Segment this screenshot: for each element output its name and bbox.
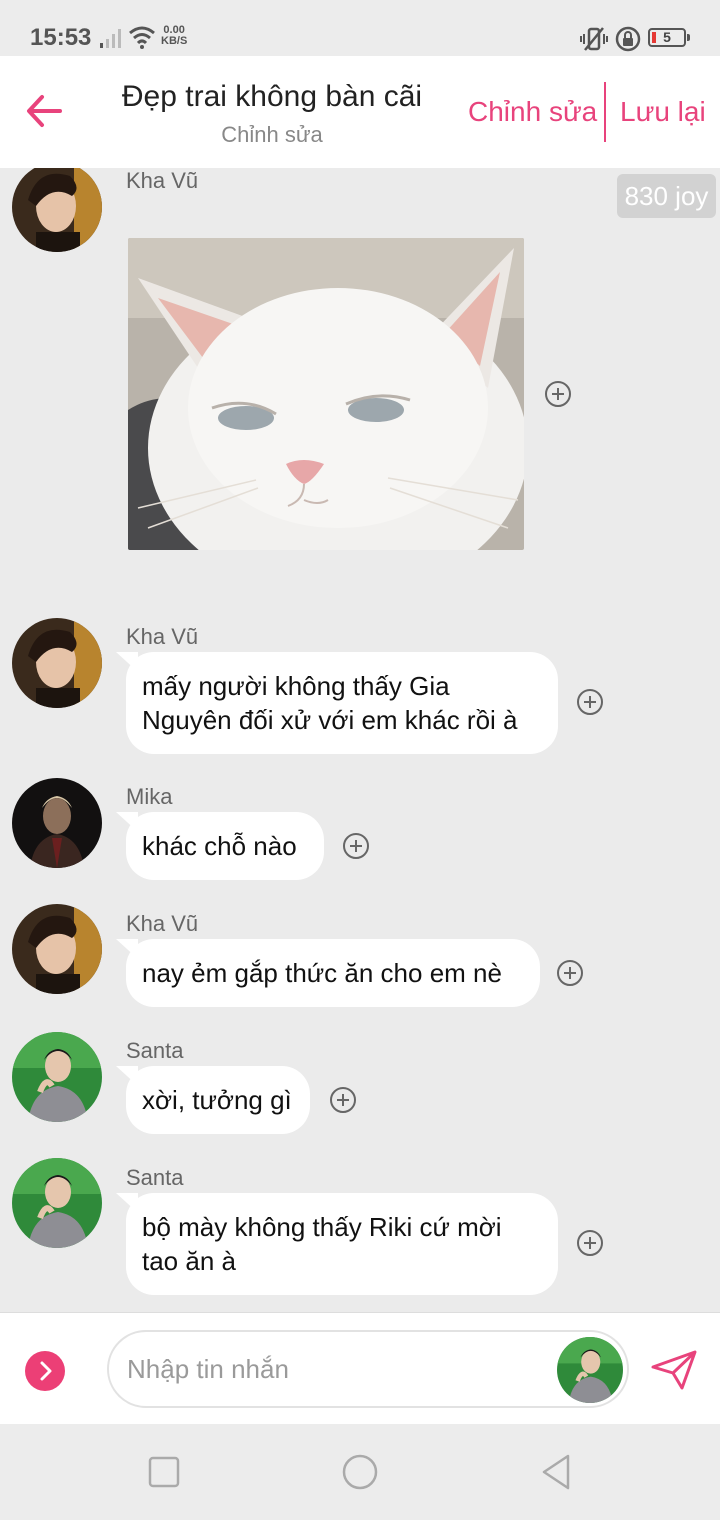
message-input[interactable] xyxy=(127,1350,547,1388)
add-reaction-icon[interactable] xyxy=(342,832,370,860)
sender-name: Kha Vũ xyxy=(126,911,199,936)
system-nav-bar xyxy=(0,1424,720,1520)
avatar-mika[interactable] xyxy=(12,778,102,868)
avatar-santa[interactable] xyxy=(12,1158,102,1248)
header-divider xyxy=(604,82,606,142)
save-button[interactable]: Lưu lại xyxy=(620,96,706,128)
add-reaction-icon[interactable] xyxy=(556,959,584,987)
send-icon[interactable] xyxy=(650,1349,698,1391)
status-time: 15:53 xyxy=(30,24,92,51)
avatar-kha-vu[interactable] xyxy=(12,618,102,708)
avatar-santa[interactable] xyxy=(12,1032,102,1122)
home-icon[interactable] xyxy=(340,1452,380,1492)
back-triangle-icon[interactable] xyxy=(536,1452,576,1492)
sender-name: Santa xyxy=(126,1165,184,1190)
add-reaction-icon[interactable] xyxy=(544,380,572,408)
chat-header: Đẹp trai không bàn cãi Chỉnh sửa Chỉnh s… xyxy=(0,56,720,168)
edit-button[interactable]: Chỉnh sửa xyxy=(468,96,597,128)
status-bar: 15:53 0.00 KB/S 5 xyxy=(0,0,720,56)
sender-name: Santa xyxy=(126,1038,184,1063)
recent-apps-icon[interactable] xyxy=(144,1452,184,1492)
message-input-bar xyxy=(0,1312,720,1424)
add-reaction-icon[interactable] xyxy=(576,688,604,716)
chevron-right-icon xyxy=(40,1361,52,1381)
sender-name: Kha Vũ xyxy=(126,168,199,193)
vibrate-icon xyxy=(580,27,608,51)
sender-name: Kha Vũ xyxy=(126,624,199,649)
avatar-kha-vu[interactable] xyxy=(12,168,102,252)
avatar-kha-vu[interactable] xyxy=(12,904,102,994)
add-reaction-icon[interactable] xyxy=(576,1229,604,1257)
message-bubble[interactable]: bộ mày không thấy Riki cứ mời tao ăn à xyxy=(126,1193,558,1295)
chat-subtitle: Chỉnh sửa xyxy=(221,122,323,147)
signal-icon xyxy=(100,29,121,48)
wifi-icon xyxy=(129,26,155,49)
sticker-avatar-button[interactable] xyxy=(557,1337,623,1403)
battery-icon: 5 xyxy=(648,28,690,47)
message-bubble[interactable]: nay ẻm gắp thức ăn cho em nè xyxy=(126,939,540,1007)
cat-image[interactable] xyxy=(128,238,524,550)
sender-name: Mika xyxy=(126,784,173,809)
net-speed: 0.00 KB/S xyxy=(161,24,188,47)
message-bubble[interactable]: khác chỗ nào xyxy=(126,812,324,880)
expand-button[interactable] xyxy=(25,1351,65,1391)
rotation-lock-icon xyxy=(615,26,641,52)
back-arrow-icon[interactable] xyxy=(20,86,70,136)
add-reaction-icon[interactable] xyxy=(329,1086,357,1114)
chat-title: Đẹp trai không bàn cãi xyxy=(121,80,423,113)
joy-badge: 830 joy xyxy=(617,174,716,218)
message-bubble[interactable]: mấy người không thấy Gia Nguyên đối xử v… xyxy=(126,652,558,754)
chat-messages[interactable]: 830 joy Kha Vũ Kha Vũ mấy người không th… xyxy=(0,168,720,1312)
message-bubble[interactable]: xời, tưởng gì xyxy=(126,1066,310,1134)
message-field[interactable] xyxy=(107,1330,629,1408)
